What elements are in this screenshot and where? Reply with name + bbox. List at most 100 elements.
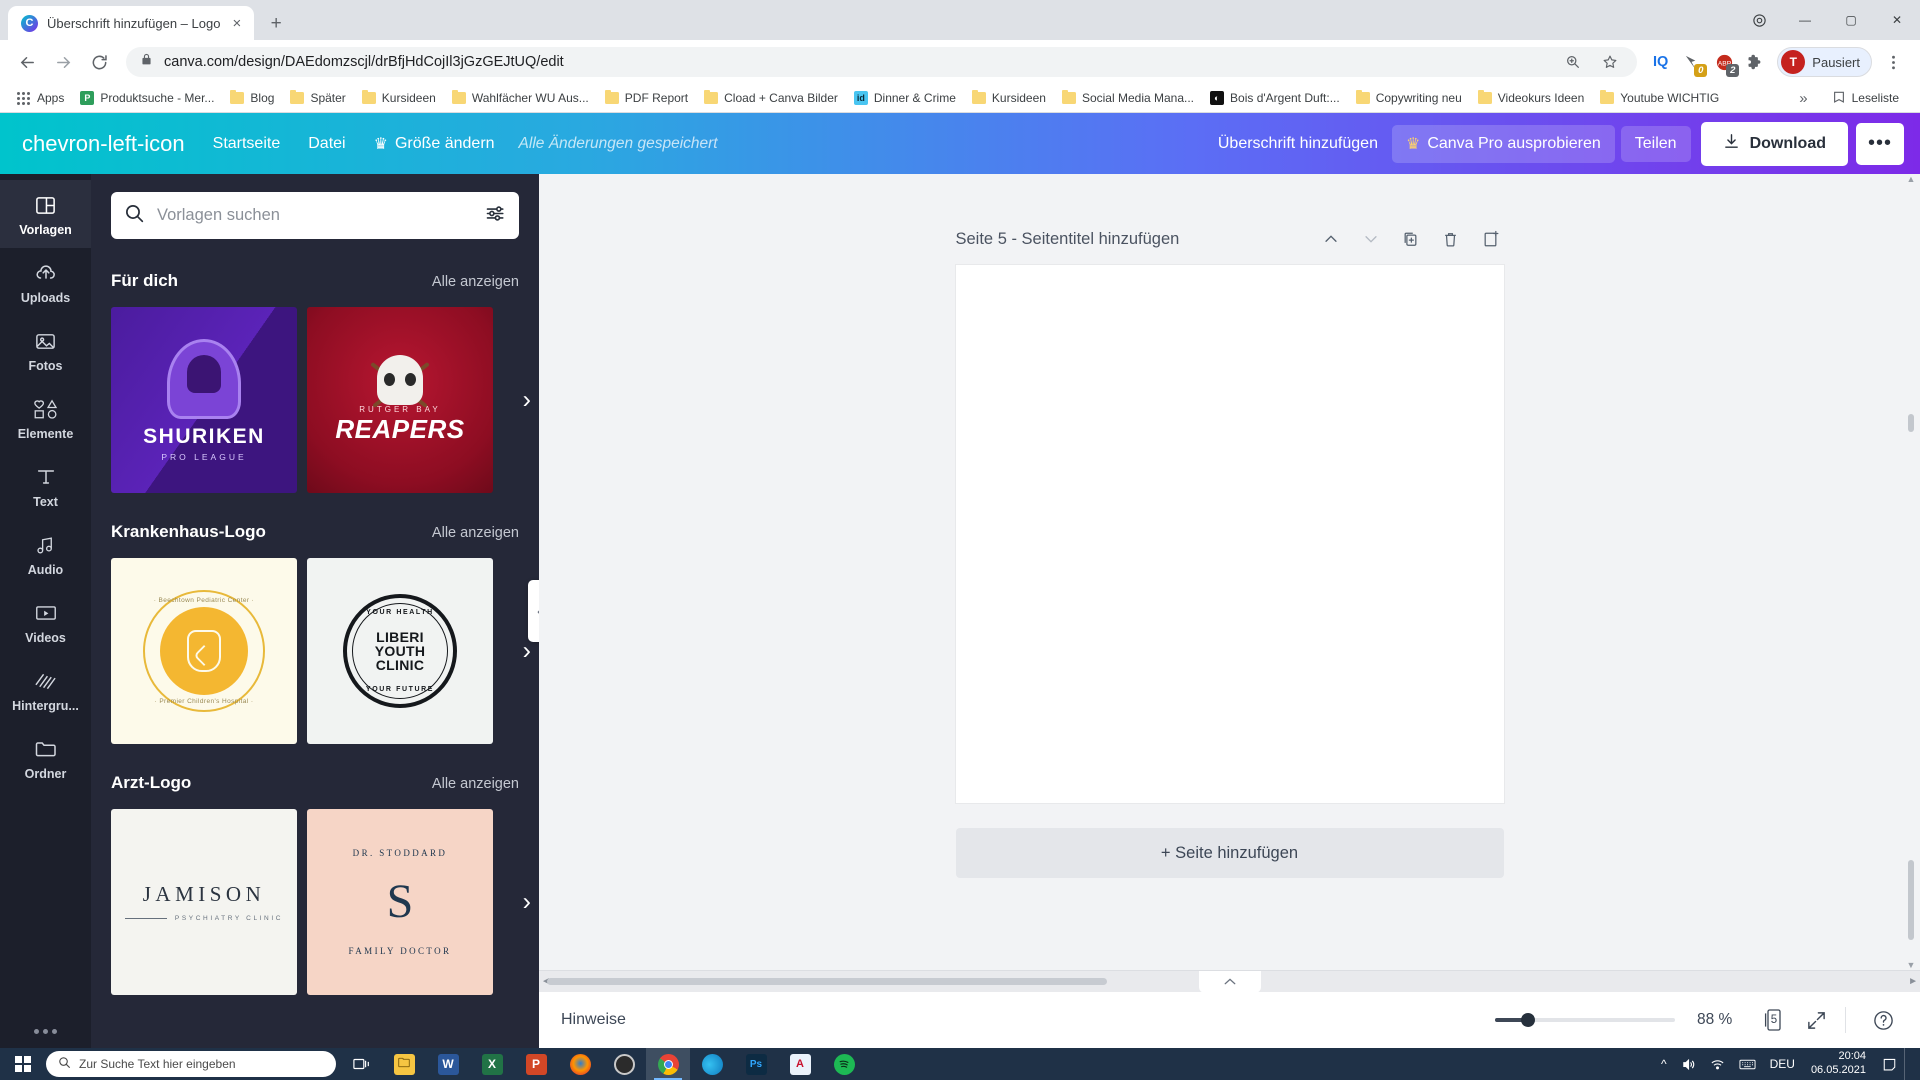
editor-horizontal-scrollbar[interactable]: ◄ ► (539, 970, 1920, 993)
template-card-reapers[interactable]: RUTGER BAY REAPERS (307, 307, 493, 493)
taskbar-powerpoint[interactable]: P (514, 1048, 558, 1080)
duplicate-page-button[interactable] (1398, 226, 1424, 252)
editor-vertical-scrollbar[interactable]: ▲ ▼ (1906, 174, 1916, 970)
bookmark-spaeter[interactable]: Später (282, 86, 353, 110)
template-card-beechtown[interactable]: · Beechtown Pediatric Center · · Premier… (111, 558, 297, 744)
bookmark-produktsuche[interactable]: P Produktsuche - Mer... (72, 86, 222, 110)
add-page-button[interactable]: + Seite hinzufügen (955, 828, 1504, 878)
taskbar-file-explorer[interactable]: 🗀 (382, 1048, 426, 1080)
page-title-label[interactable]: Seite 5 - Seitentitel hinzufügen (956, 230, 1180, 249)
back-icon[interactable] (10, 45, 44, 79)
resize-button[interactable]: ♛ Größe ändern (360, 125, 509, 163)
bookmark-copywriting[interactable]: Copywriting neu (1348, 86, 1470, 110)
chevron-right-icon[interactable]: › (523, 638, 531, 664)
settings-gear-icon[interactable] (1736, 4, 1782, 36)
file-menu-button[interactable]: Datei (294, 126, 359, 162)
template-card-liberi[interactable]: YOUR HEALTH LIBERI YOUTH CLINIC YOUR FUTUR… (307, 558, 493, 744)
taskbar-chrome[interactable] (646, 1048, 690, 1080)
expand-arrows-icon[interactable] (1799, 1003, 1833, 1037)
browser-tab[interactable]: C Überschrift hinzufügen – Logo × (8, 6, 255, 40)
more-options-button[interactable]: ••• (1856, 122, 1904, 165)
notification-icon[interactable] (1875, 1048, 1904, 1080)
windows-search-box[interactable]: Zur Suche Text hier eingeben (46, 1051, 336, 1077)
bookmark-kursideen-1[interactable]: Kursideen (354, 86, 444, 110)
taskbar-excel[interactable]: X (470, 1048, 514, 1080)
taskbar-spotify[interactable] (822, 1048, 866, 1080)
scroll-down-icon[interactable]: ▼ (1906, 960, 1916, 970)
download-button[interactable]: Download (1700, 121, 1848, 166)
chevron-right-icon[interactable]: › (523, 387, 531, 413)
iq-extension-icon[interactable]: IQ (1647, 54, 1674, 70)
language-indicator[interactable]: DEU (1763, 1048, 1802, 1080)
template-search-bar[interactable] (111, 192, 519, 239)
chevron-right-icon[interactable]: › (523, 889, 531, 915)
minimize-button[interactable]: — (1782, 4, 1828, 36)
taskbar-firefox[interactable] (558, 1048, 602, 1080)
sidebar-item-audio[interactable]: Audio (0, 520, 91, 588)
bookmark-bois-dargent[interactable]: ◐ Bois d'Argent Duft:... (1202, 86, 1348, 110)
puzzle-extensions-icon[interactable] (1742, 49, 1768, 75)
search-input[interactable] (157, 206, 473, 225)
bookmark-cload-canva[interactable]: Cload + Canva Bilder (696, 86, 846, 110)
scroll-right-icon[interactable]: ► (1908, 976, 1918, 987)
bookmarks-overflow-icon[interactable]: » (1793, 90, 1813, 107)
template-card-jamison[interactable]: JAMISON PSYCHIATRY CLINIC (111, 809, 297, 995)
see-all-link[interactable]: Alle anzeigen (432, 525, 519, 541)
sidebar-item-videos[interactable]: Videos (0, 588, 91, 656)
bookmark-star-icon[interactable] (1597, 49, 1623, 75)
zoom-indicator-icon[interactable] (1560, 49, 1586, 75)
taskbar-opera-gx[interactable] (602, 1048, 646, 1080)
taskbar-photoshop[interactable]: Ps (734, 1048, 778, 1080)
sidebar-item-fotos[interactable]: Fotos (0, 316, 91, 384)
template-card-stoddard[interactable]: DR. STODDARD S FAMILY DOCTOR (307, 809, 493, 995)
sidebar-item-elemente[interactable]: Elemente (0, 384, 91, 452)
reload-icon[interactable] (82, 45, 116, 79)
task-view-icon[interactable] (342, 1048, 382, 1080)
windows-logo-icon[interactable] (0, 1048, 46, 1080)
clock[interactable]: 20:04 06.05.2021 (1802, 1050, 1875, 1078)
add-page-after-button[interactable] (1478, 226, 1504, 252)
pocket-extension-icon[interactable]: 0 (1678, 48, 1708, 77)
move-page-down-button[interactable] (1358, 226, 1384, 252)
try-canva-pro-button[interactable]: ♛ Canva Pro ausprobieren (1391, 124, 1615, 163)
share-button[interactable]: Teilen (1620, 125, 1691, 162)
sidebar-item-uploads[interactable]: Uploads (0, 248, 91, 316)
home-button[interactable]: Startseite (199, 126, 295, 162)
page-stack-icon[interactable]: 5 (1757, 1003, 1791, 1037)
design-canvas-page[interactable] (955, 265, 1504, 803)
more-dots-icon[interactable] (34, 1029, 57, 1048)
question-mark-icon[interactable] (1866, 1003, 1900, 1037)
maximize-button[interactable]: ▢ (1828, 4, 1874, 36)
wifi-icon[interactable] (1703, 1048, 1732, 1080)
close-window-button[interactable]: ✕ (1874, 4, 1920, 36)
bookmark-dinner-crime[interactable]: id Dinner & Crime (846, 86, 964, 110)
reading-list-button[interactable]: Leseliste (1824, 86, 1907, 110)
adblock-extension-icon[interactable]: ABP 2 (1710, 48, 1740, 77)
see-all-link[interactable]: Alle anzeigen (432, 776, 519, 792)
collapse-timeline-button[interactable] (1198, 971, 1261, 993)
taskbar-acrobat[interactable]: A (778, 1048, 822, 1080)
address-bar[interactable]: canva.com/design/DAEdomzscjl/drBfjHdCojI… (126, 47, 1637, 77)
profile-chip[interactable]: T Pausiert (1777, 47, 1872, 77)
close-tab-icon[interactable]: × (229, 14, 244, 33)
sidebar-item-text[interactable]: Text (0, 452, 91, 520)
notes-button[interactable]: Hinweise (561, 1011, 626, 1029)
move-page-up-button[interactable] (1318, 226, 1344, 252)
scroll-up-icon[interactable]: ▲ (1906, 174, 1916, 184)
new-tab-button[interactable]: + (262, 9, 290, 37)
template-card-shuriken[interactable]: SHURIKEN PRO LEAGUE (111, 307, 297, 493)
sidebar-item-ordner[interactable]: Ordner (0, 724, 91, 792)
forward-icon[interactable] (46, 45, 80, 79)
collapse-panel-button[interactable]: ‹ (528, 580, 539, 642)
bookmark-wahlfaecher[interactable]: Wahlfächer WU Aus... (444, 86, 597, 110)
sidebar-item-hintergrund[interactable]: Hintergru... (0, 656, 91, 724)
keyboard-icon[interactable] (1732, 1048, 1763, 1080)
bookmark-youtube-wichtig[interactable]: Youtube WICHTIG (1592, 86, 1727, 110)
bookmark-social-media[interactable]: Social Media Mana... (1054, 86, 1202, 110)
see-all-link[interactable]: Alle anzeigen (432, 274, 519, 290)
tray-chevron-icon[interactable]: ^ (1654, 1048, 1674, 1080)
delete-page-button[interactable] (1438, 226, 1464, 252)
bookmark-kursideen-2[interactable]: Kursideen (964, 86, 1054, 110)
filter-sliders-icon[interactable] (485, 203, 506, 229)
bookmark-blog[interactable]: Blog (222, 86, 282, 110)
